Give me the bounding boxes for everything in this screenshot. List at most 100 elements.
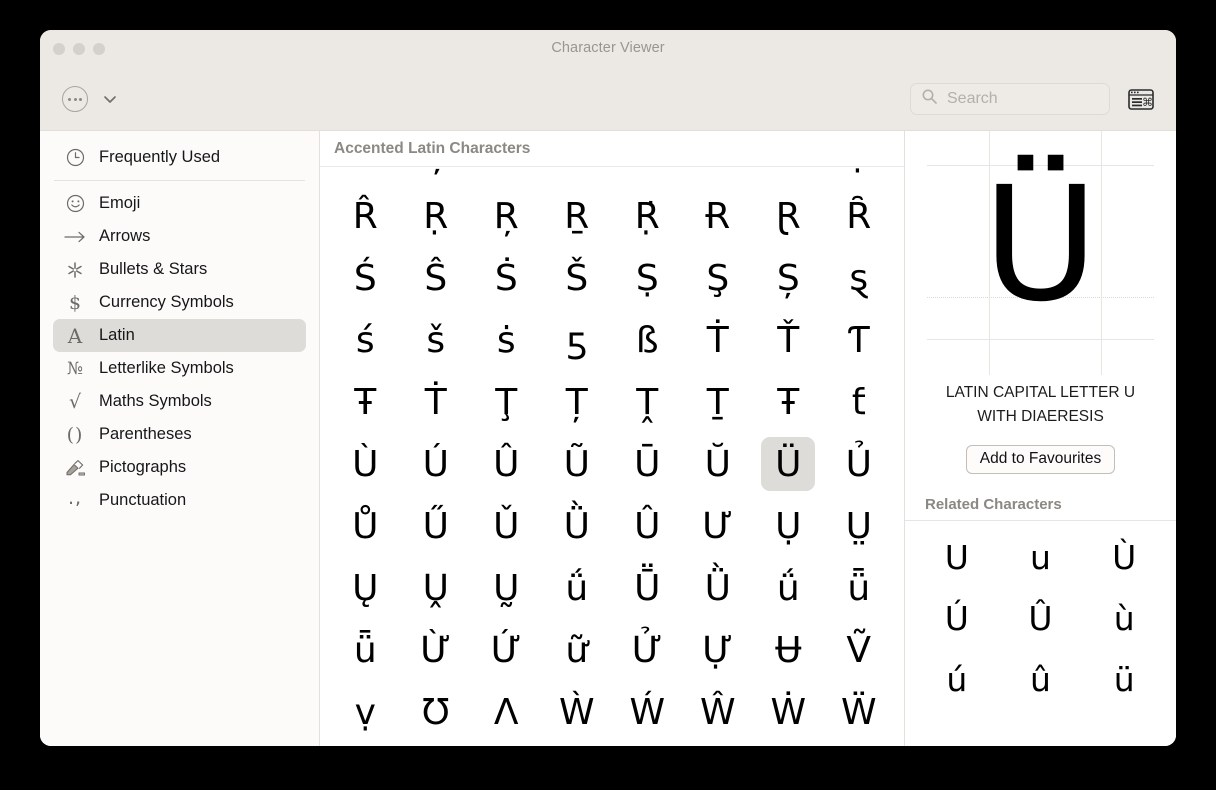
character-cell[interactable]: Ṵ <box>471 557 542 619</box>
character-cell[interactable]: Ʉ <box>753 619 824 681</box>
character-cell[interactable]: Ẁ <box>542 681 613 743</box>
character-cell[interactable]: Ş <box>683 247 754 309</box>
keyboard-viewer-icon[interactable]: ⌘ <box>1126 87 1156 111</box>
character-cell[interactable]: Ǜ <box>683 557 754 619</box>
character-cell[interactable]: Ʊ <box>401 681 472 743</box>
character-cell[interactable]: Ș <box>753 247 824 309</box>
character-cell[interactable]: Ŕ <box>330 167 401 185</box>
search-input[interactable]: Search <box>910 83 1110 115</box>
character-cell[interactable]: Ɍ <box>683 185 754 247</box>
more-options-button[interactable] <box>62 86 88 112</box>
character-cell[interactable]: Ƭ <box>824 309 895 371</box>
character-cell[interactable]: ȿ <box>824 247 895 309</box>
related-character-cell[interactable]: û <box>999 649 1083 710</box>
character-cell[interactable]: Ṷ <box>401 557 472 619</box>
character-cell[interactable]: Ṣ <box>612 247 683 309</box>
character-cell[interactable]: Ü <box>753 433 824 495</box>
character-cell[interactable]: ữ <box>542 619 613 681</box>
character-cell[interactable]: š <box>401 309 472 371</box>
related-character-cell[interactable]: ü <box>1082 649 1166 710</box>
character-cell[interactable]: Ț <box>542 371 613 433</box>
character-cell[interactable]: Ɍ <box>683 167 754 185</box>
sidebar-item-emoji[interactable]: Emoji <box>53 187 306 220</box>
character-cell[interactable]: Ṙ <box>753 167 824 185</box>
sidebar-item-maths-symbols[interactable]: √ Maths Symbols <box>53 385 306 418</box>
character-grid-scroll[interactable]: ŔŖŘȒȐɌṘṚR̂ṚŖṞṚ̇ɌⱤȒŚŜṠŠṢŞȘȿśšṡƽßṪŤƬŦṪŢȚṰṮ… <box>320 167 904 746</box>
character-cell[interactable]: R̂ <box>330 185 401 247</box>
character-cell[interactable]: ǘ <box>753 557 824 619</box>
related-character-cell[interactable]: Ù <box>1082 527 1166 588</box>
related-character-cell[interactable]: Û <box>999 588 1083 649</box>
character-cell[interactable]: Ứ <box>471 619 542 681</box>
character-cell[interactable]: Š <box>542 247 613 309</box>
character-cell[interactable]: Ȑ <box>612 167 683 185</box>
character-cell[interactable]: Ṫ <box>683 309 754 371</box>
character-cell[interactable]: Ṯ <box>683 371 754 433</box>
character-cell[interactable]: Ś <box>330 247 401 309</box>
character-cell[interactable]: Û <box>471 433 542 495</box>
character-cell[interactable]: Ṳ <box>824 495 895 557</box>
character-cell[interactable]: ǘ <box>542 557 613 619</box>
character-cell[interactable]: Ǜ <box>542 495 613 557</box>
character-cell[interactable]: Ɽ <box>753 185 824 247</box>
related-character-cell[interactable]: ù <box>1082 588 1166 649</box>
character-cell[interactable]: Ṡ <box>471 247 542 309</box>
sidebar-item-frequently-used[interactable]: Frequently Used <box>53 141 306 174</box>
character-cell[interactable]: Ẅ <box>824 681 895 743</box>
character-cell[interactable]: ǖ <box>330 619 401 681</box>
character-cell[interactable]: Ŝ <box>401 247 472 309</box>
character-cell[interactable]: ß <box>612 309 683 371</box>
character-cell[interactable]: Ṛ <box>401 185 472 247</box>
character-cell[interactable]: ś <box>330 309 401 371</box>
character-cell[interactable]: Ụ <box>753 495 824 557</box>
character-cell[interactable]: Ṱ <box>612 371 683 433</box>
character-cell[interactable]: Ũ <box>542 433 613 495</box>
sidebar-item-letterlike-symbols[interactable]: № Letterlike Symbols <box>53 352 306 385</box>
character-cell[interactable]: Ȓ <box>542 167 613 185</box>
sidebar-item-currency-symbols[interactable]: $ Currency Symbols <box>53 286 306 319</box>
character-cell[interactable]: Λ <box>471 681 542 743</box>
character-cell[interactable]: Ṟ <box>542 185 613 247</box>
sidebar-item-punctuation[interactable]: ., Punctuation <box>53 484 306 517</box>
character-cell[interactable]: Ủ <box>824 433 895 495</box>
character-cell[interactable]: Ŧ <box>330 371 401 433</box>
character-cell[interactable]: Ů <box>330 495 401 557</box>
character-cell[interactable]: Ū <box>612 433 683 495</box>
character-cell[interactable]: Ṻ <box>612 557 683 619</box>
related-character-cell[interactable]: u <box>999 527 1083 588</box>
character-cell[interactable]: Ų <box>330 557 401 619</box>
character-cell[interactable]: Ư <box>683 495 754 557</box>
character-cell[interactable]: Ṽ <box>824 619 895 681</box>
related-character-cell[interactable]: ú <box>915 649 999 710</box>
sidebar-item-pictographs[interactable]: Pictographs <box>53 451 306 484</box>
character-cell[interactable]: Ŗ <box>401 167 472 185</box>
character-cell[interactable]: Ř <box>471 167 542 185</box>
character-cell[interactable]: Ǔ <box>471 495 542 557</box>
character-cell[interactable]: Ù <box>330 433 401 495</box>
character-cell[interactable]: Ṛ̇ <box>612 185 683 247</box>
related-character-cell[interactable]: Ú <box>915 588 999 649</box>
character-cell[interactable]: Ŗ <box>471 185 542 247</box>
character-cell[interactable]: Ű <box>401 495 472 557</box>
character-cell[interactable]: ṿ <box>330 681 401 743</box>
character-cell[interactable]: Ṛ <box>824 167 895 185</box>
character-cell[interactable]: Ŵ <box>683 681 754 743</box>
add-to-favourites-button[interactable]: Add to Favourites <box>965 445 1116 474</box>
character-cell[interactable]: ǖ <box>824 557 895 619</box>
character-cell[interactable]: Ú <box>401 433 472 495</box>
sidebar-item-latin[interactable]: A Latin <box>53 319 306 352</box>
character-cell[interactable]: Ử <box>612 619 683 681</box>
character-cell[interactable]: Ţ <box>471 371 542 433</box>
related-character-cell[interactable]: U <box>915 527 999 588</box>
chevron-down-icon[interactable] <box>102 91 118 107</box>
character-cell[interactable]: Ť <box>753 309 824 371</box>
character-cell[interactable]: Ự <box>683 619 754 681</box>
character-cell[interactable]: Ṫ <box>401 371 472 433</box>
sidebar-item-arrows[interactable]: Arrows <box>53 220 306 253</box>
character-cell[interactable]: Ŭ <box>683 433 754 495</box>
character-cell[interactable]: Ŧ <box>753 371 824 433</box>
sidebar-item-bullets-and-stars[interactable]: Bullets & Stars <box>53 253 306 286</box>
character-cell[interactable]: Ẃ <box>612 681 683 743</box>
character-cell[interactable]: ṡ <box>471 309 542 371</box>
character-cell[interactable]: ƽ <box>542 309 613 371</box>
